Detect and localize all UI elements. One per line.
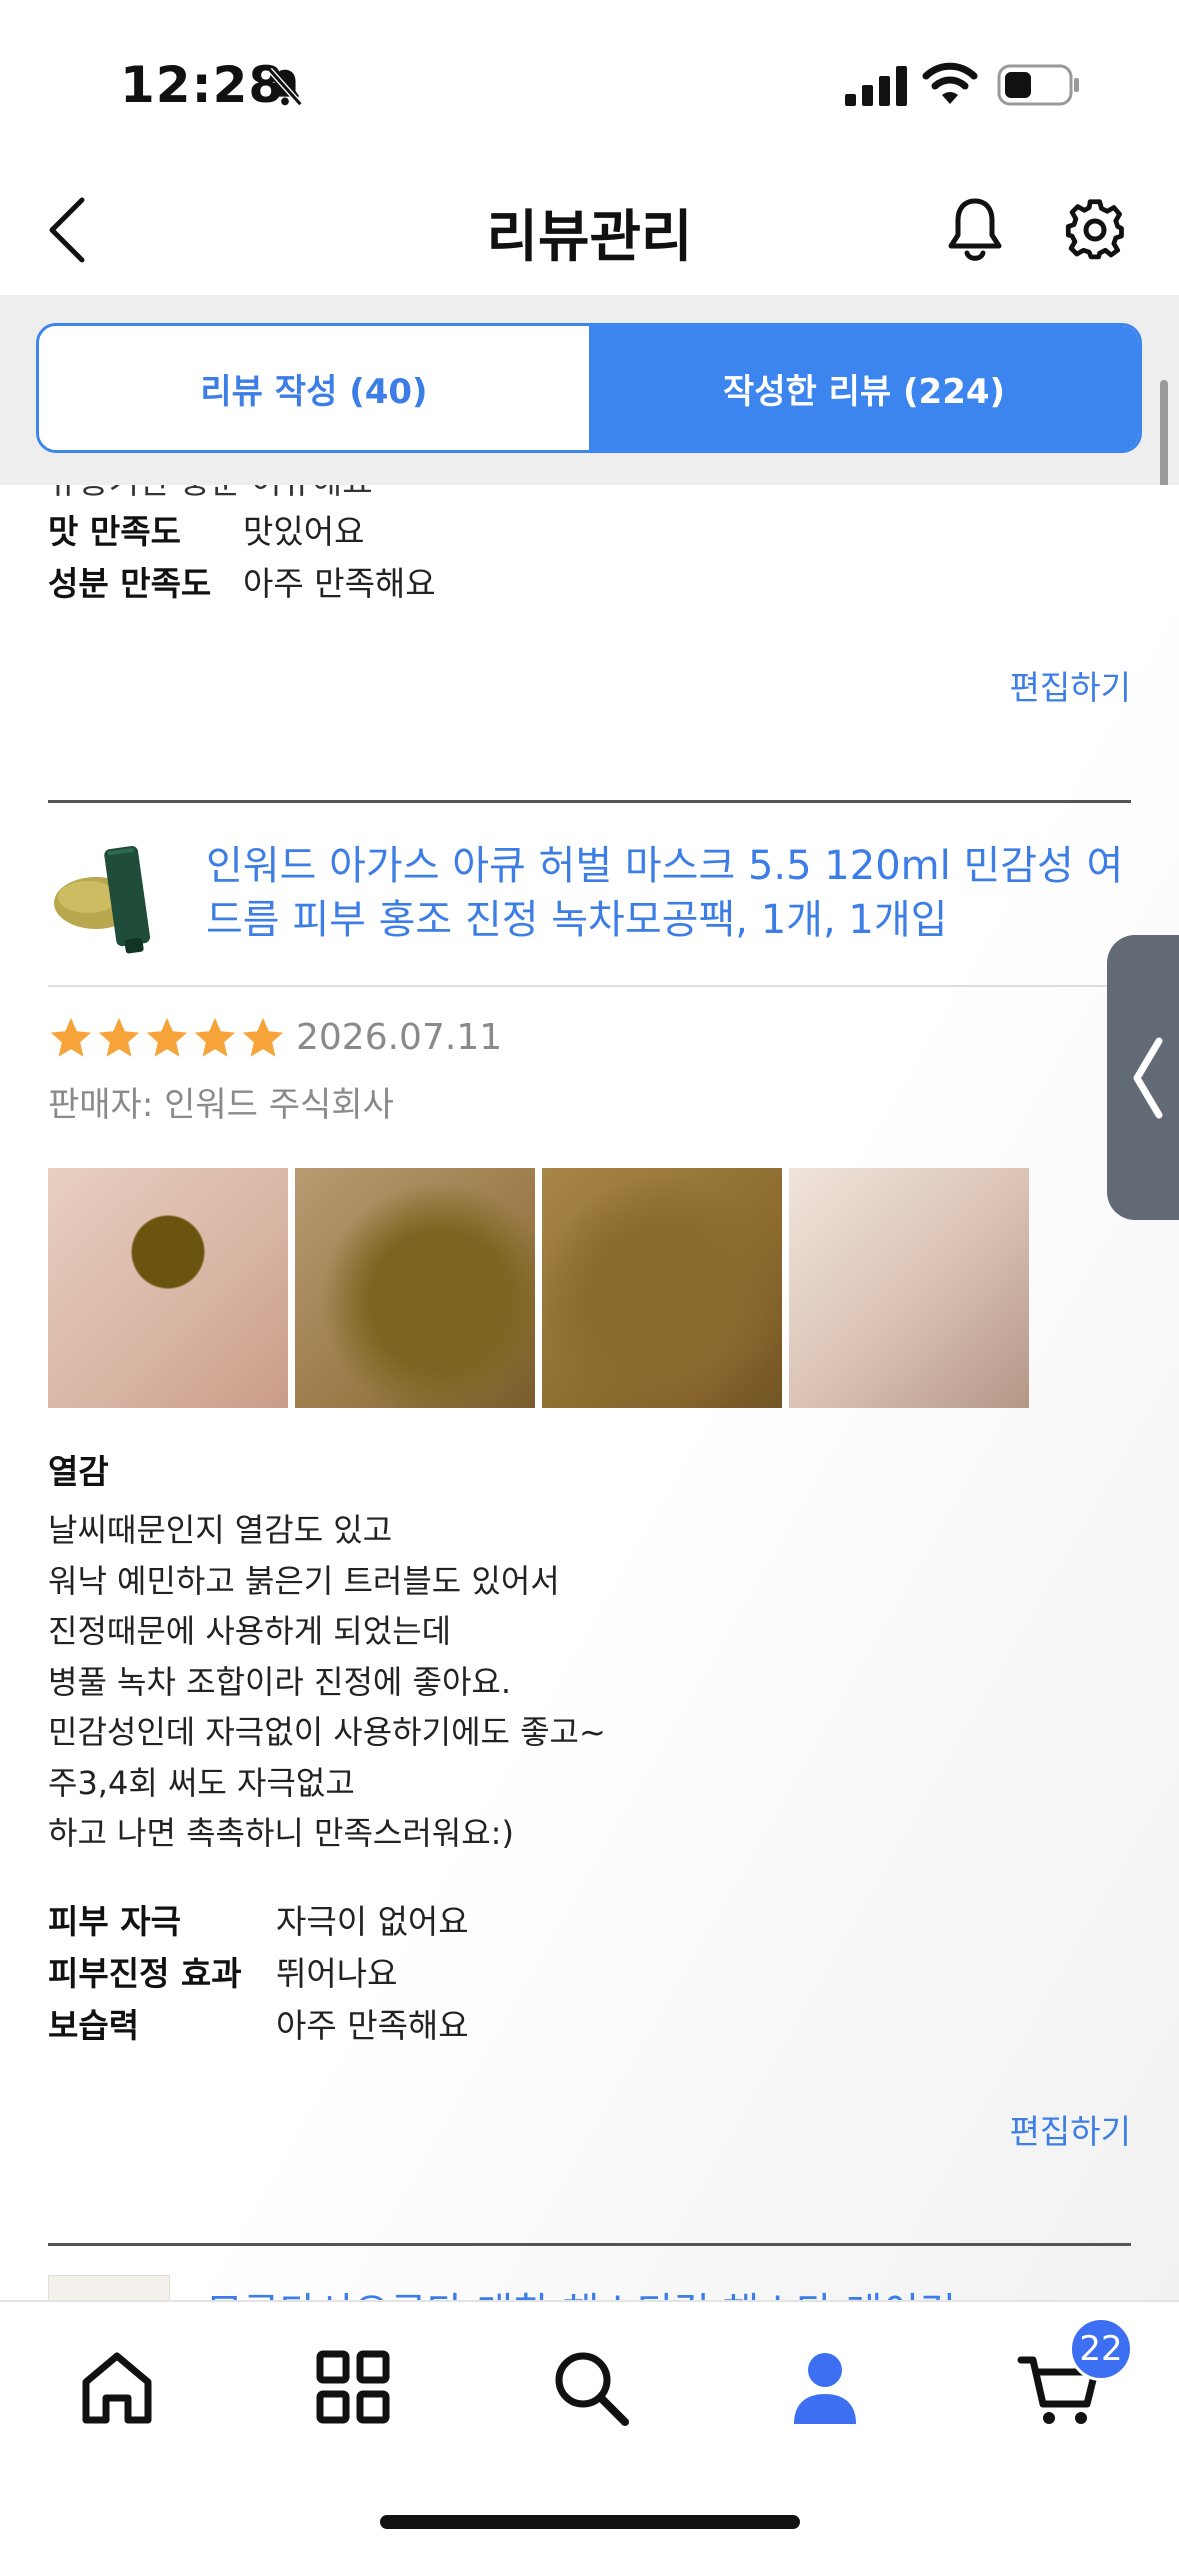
review-body-line: 하고 나면 촉촉하니 만족스러워요:) — [48, 1814, 514, 1852]
review-photo[interactable] — [295, 1168, 535, 1408]
signal-icon — [845, 66, 907, 106]
bell-off-icon — [267, 67, 303, 107]
review-photo[interactable] — [48, 1168, 288, 1408]
attribute-row: 피부진정 효과 뛰어나요 — [48, 1947, 397, 1995]
search-icon[interactable] — [545, 2342, 635, 2432]
scrollbar[interactable] — [1160, 380, 1168, 490]
attribute-row: 피부 자극 자극이 없어요 — [48, 1895, 469, 1943]
review-divider — [48, 800, 1131, 803]
attribute-key: 피부진정 효과 — [48, 1954, 242, 1993]
edit-button[interactable]: 편집하기 — [1010, 2105, 1131, 2153]
star-icon — [194, 1017, 236, 1057]
tabs-area: 리뷰 작성 (40) 작성한 리뷰 (224) — [0, 295, 1179, 485]
product-name-link[interactable]: 모공다시오공타 대창 해스티컴 해스타 레이건 ... — [206, 2280, 1046, 2300]
wifi-icon — [922, 62, 978, 104]
attribute-key: 성분 만족도 — [48, 564, 212, 603]
review-title: 열감 — [48, 1452, 109, 1491]
home-indicator — [380, 2515, 800, 2529]
attribute-value: 맛있어요 — [243, 512, 365, 551]
clipped-attribute-row: 유통기한 충분 여유해요 — [48, 485, 373, 503]
edit-button[interactable]: 편집하기 — [1010, 661, 1131, 709]
divider — [48, 985, 1131, 987]
review-photo[interactable] — [789, 1168, 1029, 1408]
grid-icon[interactable] — [308, 2342, 398, 2432]
review-photos — [48, 1168, 1036, 1408]
side-panel-handle[interactable] — [1107, 935, 1179, 1220]
header: 리뷰관리 — [0, 170, 1179, 295]
review-divider — [48, 2243, 1131, 2246]
review-body-line: 민감성인데 자극없이 사용하기에도 좋고~ — [48, 1713, 606, 1751]
status-bar: 12:28 — [0, 0, 1179, 170]
cart-count-badge: 22 — [1069, 2317, 1133, 2381]
review-photo[interactable] — [542, 1168, 782, 1408]
attribute-row: 맛 만족도 맛있어요 — [48, 505, 364, 553]
chevron-left-icon — [1133, 1037, 1163, 1119]
star-rating — [48, 1015, 288, 1061]
attribute-key: 맛 만족도 — [48, 512, 181, 551]
attribute-value: 뛰어나요 — [276, 1954, 398, 1993]
status-time: 12:28 — [120, 56, 285, 114]
battery-icon — [997, 64, 1079, 106]
seller-name: 판매자: 인워드 주식회사 — [48, 1085, 394, 1125]
attribute-value: 아주 만족해요 — [243, 564, 436, 603]
star-icon — [50, 1017, 92, 1057]
star-icon — [146, 1017, 188, 1057]
review-date: 2026.07.11 — [296, 1017, 503, 1058]
product-thumbnail[interactable] — [48, 2275, 170, 2300]
review-body-line: 진정때문에 사용하게 되었는데 — [48, 1612, 452, 1650]
home-icon[interactable] — [72, 2342, 162, 2432]
review-tabs: 리뷰 작성 (40) 작성한 리뷰 (224) — [36, 323, 1142, 453]
review-body-line: 워낙 예민하고 붉은기 트러블도 있어서 — [48, 1561, 560, 1600]
attribute-value: 자극이 없어요 — [276, 1902, 469, 1941]
review-body: 날씨때문인지 열감도 있고 워낙 예민하고 붉은기 트러블도 있어서 진정때문에… — [48, 1505, 606, 1859]
star-icon — [242, 1017, 284, 1057]
review-list[interactable]: 유통기한 충분 여유해요 맛 만족도 맛있어요 성분 만족도 아주 만족해요 편… — [0, 485, 1179, 2300]
attribute-key: 보습력 — [48, 2006, 140, 2045]
tab-written-reviews[interactable]: 작성한 리뷰 (224) — [589, 326, 1139, 450]
product-name-link[interactable]: 인워드 아가스 아큐 허벌 마스크 5.5 120ml 민감성 여드름 피부 홍… — [206, 839, 1131, 947]
review-body-line: 병풀 녹차 조합이라 진정에 좋아요. — [48, 1662, 512, 1701]
review-body-line: 날씨때문인지 열감도 있고 — [48, 1511, 393, 1549]
attribute-value: 아주 만족해요 — [276, 2006, 469, 2045]
attribute-row: 성분 만족도 아주 만족해요 — [48, 557, 436, 605]
tab-write-review[interactable]: 리뷰 작성 (40) — [39, 326, 589, 450]
star-icon — [98, 1017, 140, 1057]
review-body-line: 주3,4회 써도 자극없고 — [48, 1763, 355, 1802]
product-thumbnail[interactable] — [48, 835, 170, 957]
gear-icon[interactable] — [1064, 198, 1126, 260]
attribute-key: 피부 자극 — [48, 1902, 181, 1941]
attribute-row: 보습력 아주 만족해요 — [48, 1999, 469, 2047]
profile-icon[interactable] — [780, 2342, 870, 2432]
bell-icon[interactable] — [945, 195, 1005, 265]
